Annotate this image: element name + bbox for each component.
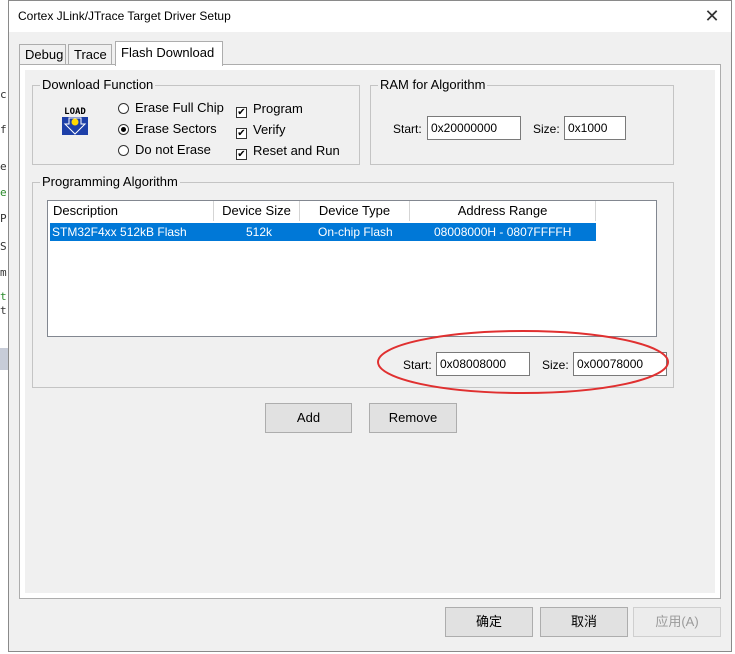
cell-address-range: 08008000H - 0807FFFFH <box>434 225 572 239</box>
ok-button[interactable]: 确定 <box>445 607 533 637</box>
tab-label: Flash Download <box>121 45 215 60</box>
window-title: Cortex JLink/JTrace Target Driver Setup <box>18 9 231 23</box>
background-text-fragment: m <box>0 266 7 279</box>
checkbox-label: Reset and Run <box>253 143 340 158</box>
algo-start-field[interactable]: 0x08008000 <box>436 352 530 376</box>
erase-sectors-radio[interactable]: Erase Sectors <box>118 120 217 137</box>
column-header-device-type[interactable]: Device Type <box>300 201 410 221</box>
tab-flash-download[interactable]: Flash Download <box>115 41 223 66</box>
cell-description: STM32F4xx 512kB Flash <box>52 225 187 239</box>
erase-full-chip-radio[interactable]: Erase Full Chip <box>118 99 224 116</box>
column-header-device-size[interactable]: Device Size <box>214 201 300 221</box>
radio-indicator <box>118 103 129 114</box>
algorithm-list[interactable]: Description Device Size Device Type Addr… <box>47 200 657 337</box>
column-header-description[interactable]: Description <box>48 201 214 221</box>
tab-panel-flash-download: Download Function LOAD Erase Full Chip E… <box>19 64 721 599</box>
program-checkbox[interactable]: ✔ Program <box>236 100 303 118</box>
algo-start-label: Start: <box>403 358 432 372</box>
ram-size-field[interactable]: 0x1000 <box>564 116 626 140</box>
dialog-window: Cortex JLink/JTrace Target Driver Setup … <box>8 0 732 652</box>
checkbox-label: Verify <box>253 122 286 137</box>
ram-for-algorithm-group: RAM for Algorithm Start: 0x20000000 Size… <box>370 77 674 165</box>
tab-debug[interactable]: Debug <box>19 44 66 64</box>
radio-indicator <box>118 124 129 135</box>
download-function-legend: Download Function <box>40 77 156 92</box>
reset-and-run-checkbox[interactable]: ✔ Reset and Run <box>236 142 340 160</box>
download-function-group: Download Function LOAD Erase Full Chip E… <box>32 77 360 165</box>
cancel-button[interactable]: 取消 <box>540 607 628 637</box>
background-text-fragment: t <box>0 290 7 303</box>
background-text-fragment: c <box>0 88 7 101</box>
ram-size-label: Size: <box>533 122 560 136</box>
algo-size-label: Size: <box>542 358 569 372</box>
do-not-erase-radio[interactable]: Do not Erase <box>118 141 211 158</box>
radio-label: Erase Full Chip <box>135 100 224 115</box>
table-row[interactable]: STM32F4xx 512kB Flash 512k On-chip Flash… <box>50 223 596 241</box>
remove-button[interactable]: Remove <box>369 403 457 433</box>
add-button[interactable]: Add <box>265 403 352 433</box>
background-text-fragment: e <box>0 160 7 173</box>
verify-checkbox[interactable]: ✔ Verify <box>236 121 286 139</box>
checkmark-icon: ✔ <box>236 107 247 118</box>
checkmark-icon: ✔ <box>236 128 247 139</box>
title-bar: Cortex JLink/JTrace Target Driver Setup … <box>9 1 731 32</box>
load-icon: LOAD <box>58 103 92 137</box>
cell-device-size: 512k <box>246 225 273 239</box>
load-icon-text: LOAD <box>64 107 86 117</box>
ram-for-algorithm-legend: RAM for Algorithm <box>378 77 488 92</box>
ram-start-label: Start: <box>393 122 422 136</box>
background-text-fragment: S <box>0 240 7 253</box>
ram-start-field[interactable]: 0x20000000 <box>427 116 521 140</box>
background-toolbar-strip <box>0 348 8 370</box>
tab-label: Trace <box>74 47 107 62</box>
close-icon[interactable]: ✕ <box>701 5 723 27</box>
algo-size-field[interactable]: 0x00078000 <box>573 352 667 376</box>
column-header-address-range[interactable]: Address Range <box>410 201 596 221</box>
radio-label: Erase Sectors <box>135 121 217 136</box>
cell-device-type: On-chip Flash <box>318 225 393 239</box>
radio-indicator <box>118 145 129 156</box>
checkbox-label: Program <box>253 101 303 116</box>
background-text-fragment: P <box>0 212 7 225</box>
radio-label: Do not Erase <box>135 142 211 157</box>
background-text-fragment: t <box>0 304 7 317</box>
tab-trace[interactable]: Trace <box>68 44 112 64</box>
checkmark-icon: ✔ <box>236 149 247 160</box>
tab-label: Debug <box>25 47 64 62</box>
programming-algorithm-legend: Programming Algorithm <box>40 174 180 189</box>
apply-button[interactable]: 应用(A) <box>633 607 721 637</box>
background-text-fragment: f <box>0 123 7 136</box>
